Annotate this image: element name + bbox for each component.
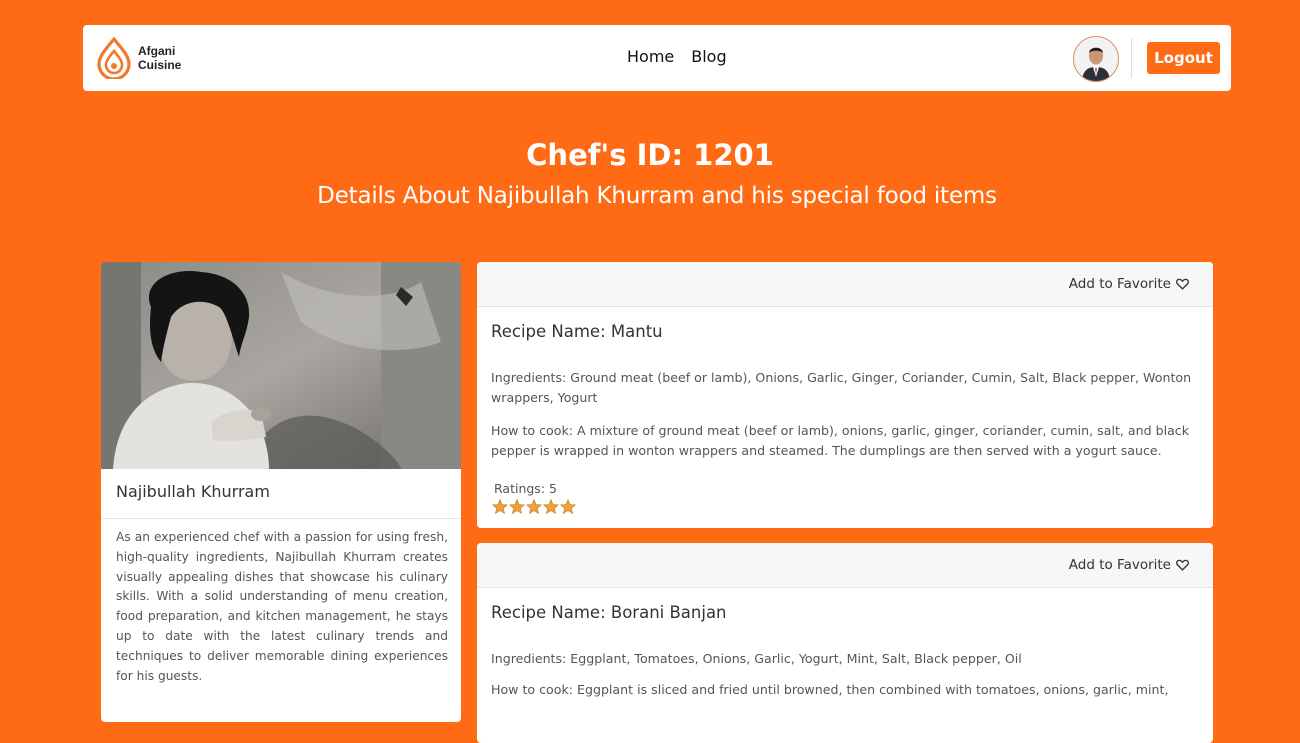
star-icon xyxy=(526,499,542,514)
add-to-favorite-button[interactable]: Add to Favorite xyxy=(1069,276,1189,292)
page-title: Chef's ID: 1201 xyxy=(526,138,774,172)
add-to-favorite-button[interactable]: Add to Favorite xyxy=(1069,557,1189,573)
chef-bio: As an experienced chef with a passion fo… xyxy=(116,530,448,683)
recipe-card-header: Add to Favorite xyxy=(477,543,1213,588)
logout-button[interactable]: Logout xyxy=(1147,42,1220,74)
brand-line-2: Cuisine xyxy=(138,58,182,72)
chef-name: Najibullah Khurram xyxy=(116,482,270,501)
recipe-card-header: Add to Favorite xyxy=(477,262,1213,307)
brand-name: Afgani Cuisine xyxy=(138,44,181,72)
nav-links: Home Blog xyxy=(627,47,727,66)
brand-logo[interactable]: Afgani Cuisine xyxy=(96,37,181,79)
flame-logo-icon xyxy=(97,37,131,79)
nav-link-blog[interactable]: Blog xyxy=(691,47,726,66)
chef-card-divider xyxy=(101,518,461,519)
heart-icon xyxy=(1176,278,1189,290)
recipe-how-to-cook: How to cook: Eggplant is sliced and frie… xyxy=(491,682,1169,697)
brand-line-1: Afgani xyxy=(138,44,176,58)
star-icon xyxy=(492,499,508,514)
page-subtitle: Details About Najibullah Khurram and his… xyxy=(317,183,997,209)
navbar-divider xyxy=(1131,38,1132,78)
user-avatar-icon xyxy=(1074,37,1118,81)
heart-icon xyxy=(1176,559,1189,571)
recipe-ingredients: Ingredients: Ground meat (beef or lamb),… xyxy=(491,370,1192,405)
recipe-card: Add to Favorite Recipe Name: Borani Banj… xyxy=(477,543,1213,743)
rating-stars xyxy=(492,499,576,514)
navbar: Afgani Cuisine Home Blog Logout xyxy=(83,25,1231,91)
recipe-card: Add to Favorite Recipe Name: Mantu Ingre… xyxy=(477,262,1213,528)
nav-link-home[interactable]: Home xyxy=(627,47,674,66)
star-icon xyxy=(509,499,525,514)
recipe-name: Recipe Name: Borani Banjan xyxy=(491,603,727,622)
recipe-name: Recipe Name: Mantu xyxy=(491,322,663,341)
user-avatar[interactable] xyxy=(1073,36,1119,82)
chef-card: Najibullah Khurram As an experienced che… xyxy=(101,262,461,722)
star-icon xyxy=(560,499,576,514)
add-to-favorite-label: Add to Favorite xyxy=(1068,276,1171,292)
recipe-how-to-cook: How to cook: A mixture of ground meat (b… xyxy=(491,423,1190,458)
chef-photo xyxy=(101,262,461,469)
recipe-ratings: Ratings: 5 xyxy=(494,481,557,496)
recipe-ingredients: Ingredients: Eggplant, Tomatoes, Onions,… xyxy=(491,651,1022,666)
add-to-favorite-label: Add to Favorite xyxy=(1068,557,1171,573)
star-icon xyxy=(543,499,559,514)
